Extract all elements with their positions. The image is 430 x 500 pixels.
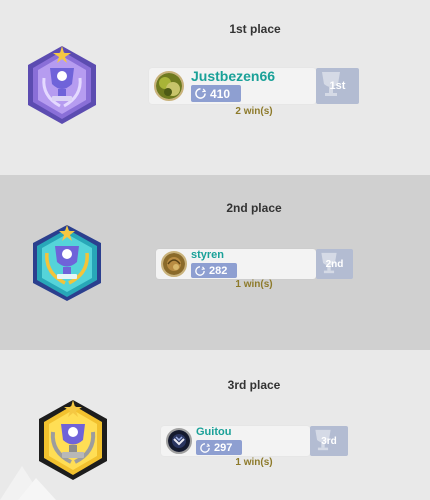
refresh-icon	[195, 265, 205, 276]
wins-count: 1 win(s)	[235, 279, 273, 290]
black-gold-trophy-badge-icon	[39, 400, 107, 480]
rank-label: 3rd	[321, 435, 337, 447]
rank-tab: 1st	[316, 68, 359, 104]
leaderboard-entry-2: 2nd place styren 282 2nd 1 win(s)	[0, 175, 430, 350]
wins-count: 2 win(s)	[235, 106, 273, 117]
dark-emblem-avatar-icon	[166, 428, 192, 454]
purple-trophy-badge-icon	[28, 46, 96, 124]
shell-avatar-icon	[161, 251, 187, 277]
rank-tab: 2nd	[316, 249, 353, 279]
leaderboard-entry-3: 3rd place Guitou 297 3rd 1 win(s)	[0, 350, 430, 500]
username[interactable]: Guitou	[196, 426, 231, 438]
score-badge: 297	[196, 440, 242, 455]
player-card[interactable]: Justbezen66 410	[149, 68, 316, 104]
wins-count: 1 win(s)	[235, 457, 273, 468]
username[interactable]: Justbezen66	[191, 68, 275, 84]
teal-trophy-badge-icon	[33, 225, 101, 301]
rank-label: 2nd	[325, 258, 344, 270]
score-badge: 410	[191, 85, 241, 102]
username[interactable]: styren	[191, 249, 224, 261]
place-title: 1st place	[229, 22, 281, 36]
player-card[interactable]: Guitou 297	[161, 426, 310, 456]
place-title: 3rd place	[227, 378, 281, 392]
rank-label: 1st	[329, 80, 346, 92]
score-value: 410	[210, 86, 231, 101]
rank-tab: 3rd	[310, 426, 348, 456]
score-value: 297	[214, 441, 233, 454]
leaderboard-entry-1: 1st place Justbezen66 410 1st 2 win(s)	[0, 0, 430, 175]
player-card[interactable]: styren 282	[156, 249, 316, 279]
refresh-icon	[195, 88, 206, 99]
score-value: 282	[209, 264, 228, 277]
score-badge: 282	[191, 263, 237, 278]
moss-avatar-icon	[154, 71, 184, 101]
place-title: 2nd place	[226, 201, 282, 215]
refresh-icon	[200, 442, 210, 453]
